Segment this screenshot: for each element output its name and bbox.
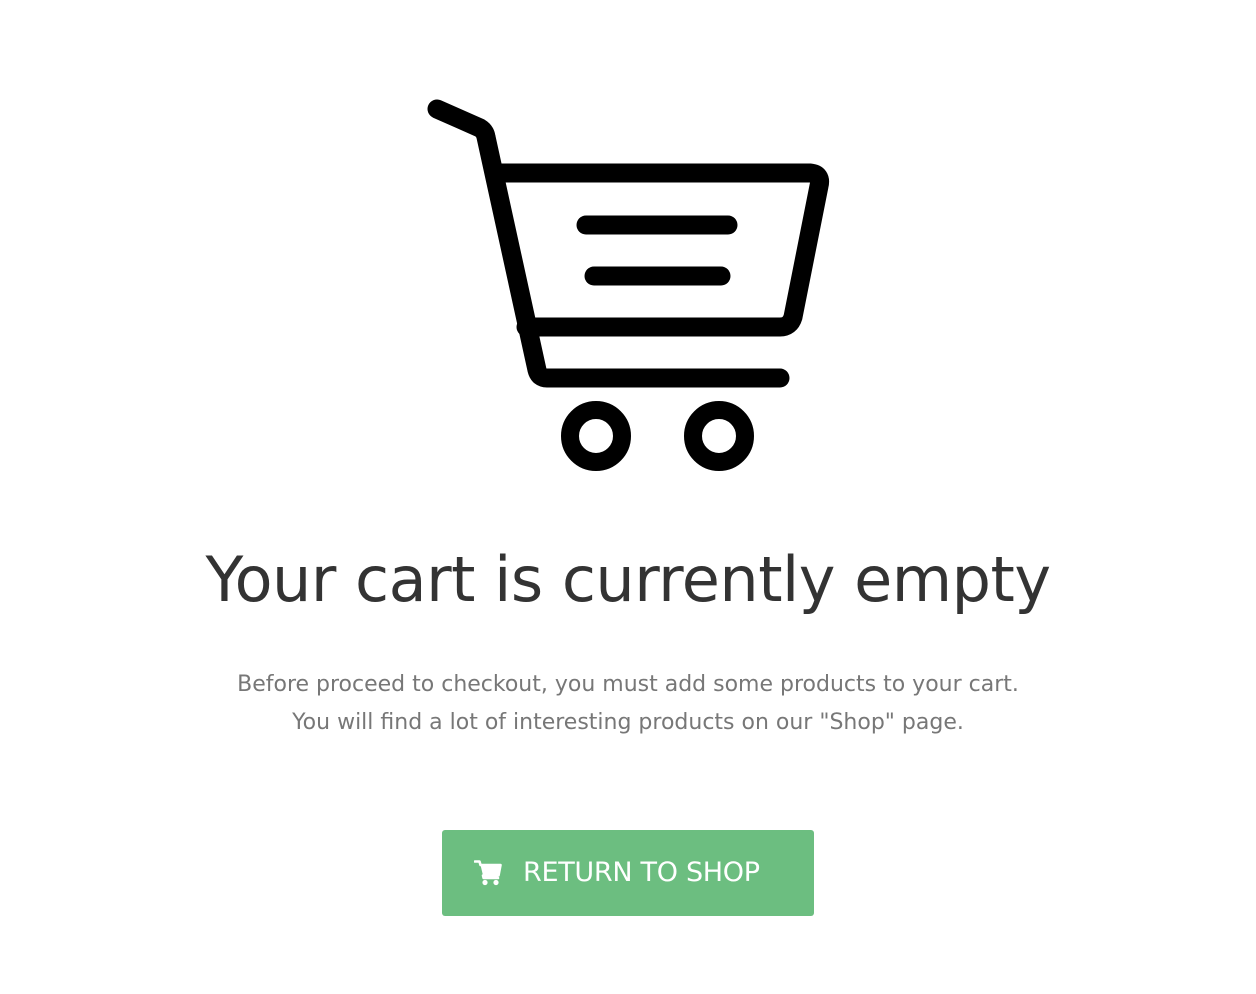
empty-cart-section: Your cart is currently empty Before proc… <box>0 0 1256 994</box>
page-title: Your cart is currently empty <box>205 543 1051 616</box>
shopping-cart-icon <box>420 92 840 482</box>
empty-cart-message: Before proceed to checkout, you must add… <box>0 666 1256 742</box>
return-to-shop-label: RETURN TO SHOP <box>523 857 760 888</box>
message-line: You will find a lot of interesting produ… <box>292 710 964 735</box>
return-to-shop-button[interactable]: RETURN TO SHOP <box>442 830 814 916</box>
message-line: Before proceed to checkout, you must add… <box>237 672 1019 697</box>
shopping-cart-icon <box>474 860 502 886</box>
